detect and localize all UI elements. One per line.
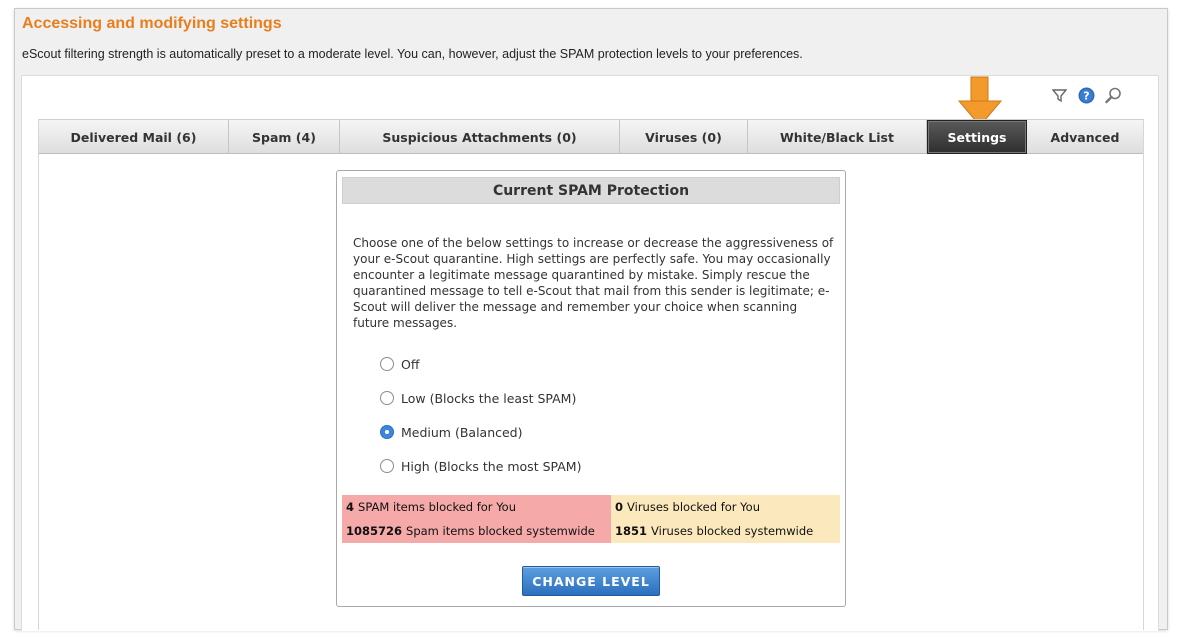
tab-label: Settings <box>947 129 1007 145</box>
blocked-stats: 4 SPAM items blocked for You 0 Viruses b… <box>342 495 840 543</box>
box-description: Choose one of the below settings to incr… <box>353 236 834 330</box>
change-level-button[interactable]: CHANGE LEVEL <box>522 566 660 596</box>
tab-label: Spam (4) <box>252 129 316 145</box>
spam-protection-box: Current SPAM Protection Choose one of th… <box>336 170 846 607</box>
radio-medium[interactable] <box>380 425 394 439</box>
box-title: Current SPAM Protection <box>342 177 840 204</box>
stat-count: 4 <box>346 500 355 514</box>
tab-viruses[interactable]: Viruses (0) <box>620 120 748 154</box>
stat-count: 1851 <box>615 524 648 538</box>
stat-count: 1085726 <box>346 524 403 538</box>
svg-text:?: ? <box>1083 90 1089 103</box>
spam-system-stat: 1085726 Spam items blocked systemwide <box>342 519 611 543</box>
help-icon[interactable]: ? <box>1078 87 1095 104</box>
tab-label: Viruses (0) <box>645 129 722 145</box>
protection-level-options: Off Low (Blocks the least SPAM) Medium (… <box>380 355 581 491</box>
tabs-container: Delivered Mail (6) Spam (4) Suspicious A… <box>38 119 1144 630</box>
page-description: eScout filtering strength is automatical… <box>22 47 803 61</box>
option-off[interactable]: Off <box>380 355 581 373</box>
toolbar-icons: ? <box>1051 87 1122 104</box>
tab-advanced[interactable]: Advanced <box>1027 120 1143 154</box>
stat-count: 0 <box>615 500 624 514</box>
option-label: Off <box>401 356 420 372</box>
tab-label: Delivered Mail (6) <box>70 129 197 145</box>
tab-bar: Delivered Mail (6) Spam (4) Suspicious A… <box>39 119 1143 154</box>
page-frame: Accessing and modifying settings eScout … <box>14 8 1168 631</box>
spam-user-stat: 4 SPAM items blocked for You <box>342 495 611 519</box>
stat-label: Viruses blocked for You <box>627 500 760 514</box>
option-label: Medium (Balanced) <box>401 424 523 440</box>
tab-spam[interactable]: Spam (4) <box>229 120 340 154</box>
tab-settings[interactable]: Settings <box>927 120 1027 154</box>
tab-suspicious-attachments[interactable]: Suspicious Attachments (0) <box>340 120 620 154</box>
option-low[interactable]: Low (Blocks the least SPAM) <box>380 389 581 407</box>
radio-off[interactable] <box>380 357 394 371</box>
radio-high[interactable] <box>380 459 394 473</box>
page-title: Accessing and modifying settings <box>22 15 282 32</box>
tab-label: White/Black List <box>780 129 894 145</box>
virus-user-stat: 0 Viruses blocked for You <box>611 495 840 519</box>
mail-panel: ? Delivered Mail (6) Spam (4) Suspicious… <box>21 75 1159 631</box>
tab-delivered-mail[interactable]: Delivered Mail (6) <box>39 120 229 154</box>
virus-system-stat: 1851 Viruses blocked systemwide <box>611 519 840 543</box>
tab-label: Advanced <box>1050 129 1120 145</box>
stat-label: Spam items blocked systemwide <box>406 524 595 538</box>
option-label: Low (Blocks the least SPAM) <box>401 390 577 406</box>
tab-label: Suspicious Attachments (0) <box>382 129 577 145</box>
option-high[interactable]: High (Blocks the most SPAM) <box>380 457 581 475</box>
option-label: High (Blocks the most SPAM) <box>401 458 582 474</box>
stat-label: Viruses blocked systemwide <box>651 524 814 538</box>
option-medium[interactable]: Medium (Balanced) <box>380 423 581 441</box>
filter-icon[interactable] <box>1051 87 1068 104</box>
radio-low[interactable] <box>380 391 394 405</box>
stat-label: SPAM items blocked for You <box>358 500 517 514</box>
tab-white-black-list[interactable]: White/Black List <box>748 120 927 154</box>
search-icon[interactable] <box>1105 87 1122 104</box>
